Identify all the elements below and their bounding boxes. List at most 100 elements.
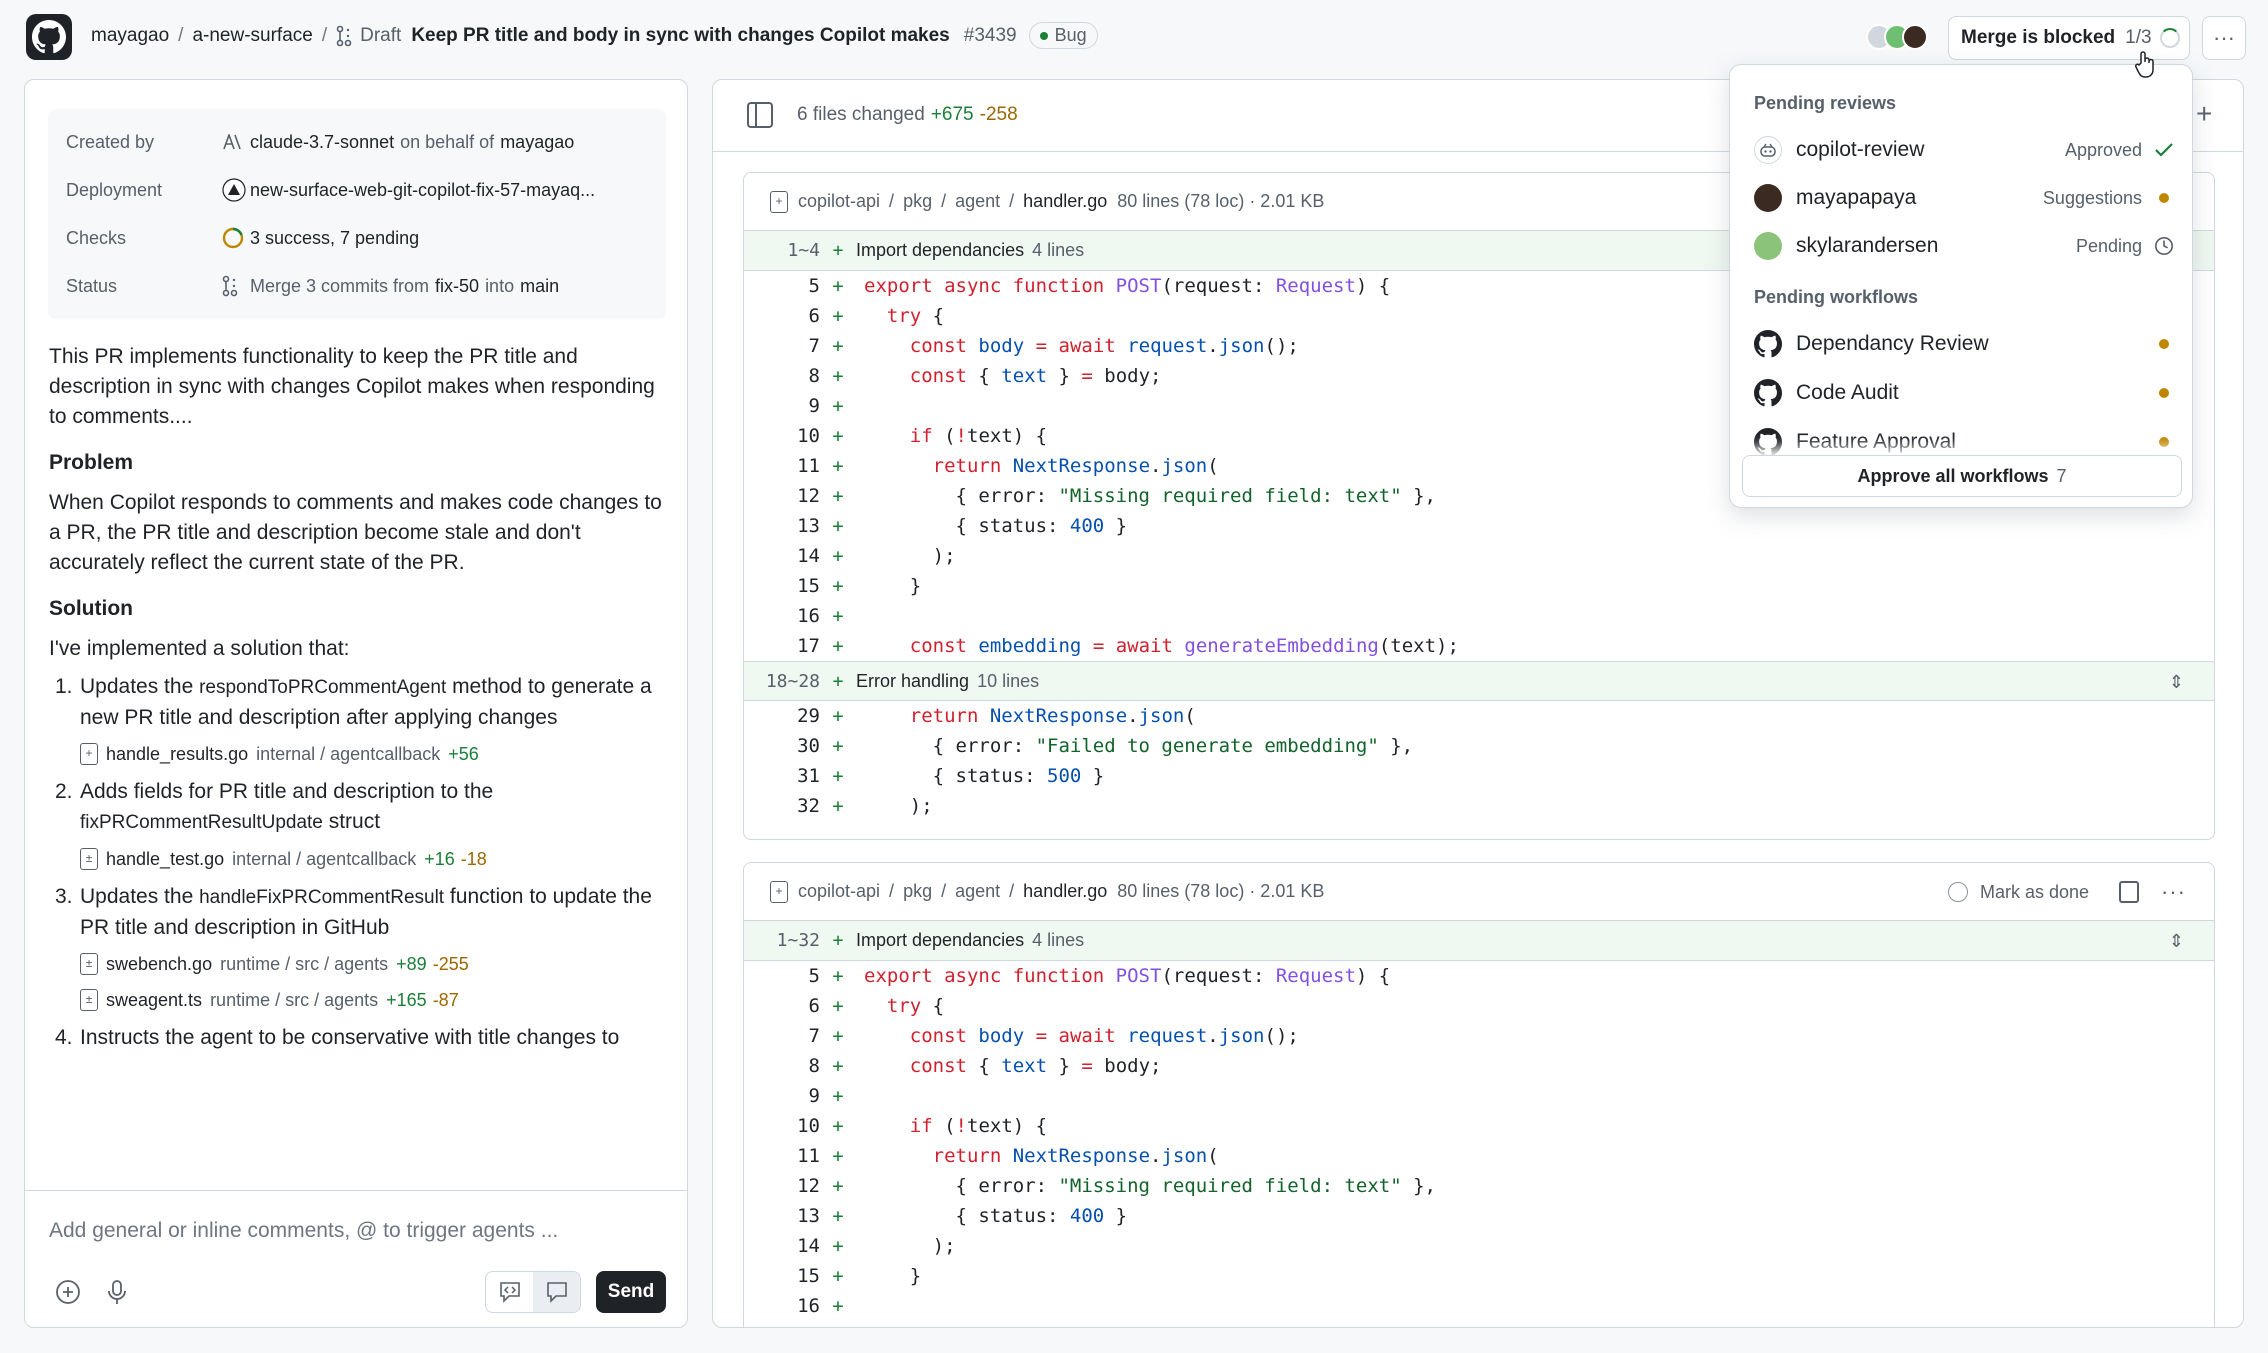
file-diff-icon: ±: [80, 989, 98, 1011]
path-segment[interactable]: pkg: [903, 191, 932, 212]
file-chip[interactable]: ± swebench.go runtime / src / agents +89…: [80, 949, 669, 979]
path-segment[interactable]: copilot-api: [798, 191, 880, 212]
expand-icon[interactable]: ⇕: [2169, 931, 2184, 952]
file-name[interactable]: handler.go: [1023, 191, 1107, 212]
voice-input-button[interactable]: [102, 1277, 132, 1307]
item-text: Instructs the agent to be conservative w…: [80, 1026, 620, 1049]
send-button[interactable]: Send: [596, 1271, 666, 1313]
code-reference: handleFixPRCommentResult: [199, 887, 445, 908]
hunk-header[interactable]: 1~32 + Import dependancies 4 lines ⇕: [744, 921, 2214, 961]
hunk-line-count: 10 lines: [977, 670, 1040, 691]
review-item-mayapapaya[interactable]: mayapapaya Suggestions: [1754, 178, 2174, 218]
pr-title: Keep PR title and body in sync with chan…: [411, 24, 950, 46]
add-icon[interactable]: +: [2196, 98, 2212, 130]
workflow-item-code-audit[interactable]: Code Audit: [1754, 373, 2174, 413]
created-by-row: Created by claude-3.7-sonnet on behalf o…: [66, 127, 574, 157]
file-name: handle_test.go: [106, 849, 225, 869]
mark-as-done-label[interactable]: Mark as done: [1980, 882, 2089, 903]
general-comment-mode-button[interactable]: [533, 1272, 580, 1312]
checks-summary[interactable]: 3 success, 7 pending: [250, 228, 419, 249]
file-chip[interactable]: ± handle_test.go internal / agentcallbac…: [80, 844, 669, 874]
github-logo-icon[interactable]: [26, 14, 72, 60]
avatar: [1754, 232, 1782, 260]
file-diff-icon: ±: [80, 848, 98, 870]
head-branch[interactable]: fix-50: [435, 276, 479, 297]
code-line: 30 + { error: "Failed to generate embeddi…: [797, 735, 1414, 757]
path-segment[interactable]: pkg: [903, 881, 932, 902]
copilot-icon: [1754, 136, 1782, 164]
list-number: 2.: [55, 780, 73, 803]
author-link[interactable]: mayagao: [500, 132, 574, 153]
progress-spinner-icon: [2159, 28, 2180, 48]
file-name[interactable]: handler.go: [1023, 881, 1107, 902]
workflow-item-dependancy-review[interactable]: Dependancy Review: [1754, 324, 2174, 364]
code-line: 16 +: [797, 605, 844, 627]
more-options-button[interactable]: ···: [2202, 16, 2246, 60]
code-line: 32 + );: [797, 795, 933, 817]
pending-dot-icon: [2154, 437, 2174, 447]
list-item: 2. Adds fields for PR title and descript…: [49, 777, 669, 874]
file-chip[interactable]: + handle_results.go internal / agentcall…: [80, 739, 669, 769]
avatar: [1754, 184, 1782, 212]
copy-icon[interactable]: [2119, 881, 2140, 903]
hunk-header[interactable]: 18~28 + Error handling 10 lines ⇕: [744, 661, 2214, 701]
hunk-line-count: 4 lines: [1032, 240, 1085, 260]
deletions-count: -255: [432, 954, 469, 974]
workflow-count: 7: [2056, 465, 2067, 486]
code-line: 5 + export async function POST(request: Re…: [808, 965, 1391, 987]
microphone-icon: [108, 1280, 126, 1304]
toggle-sidebar-icon[interactable]: [747, 102, 773, 128]
code-line: 7 + const body = await request.json();: [808, 1025, 1299, 1047]
expand-icon[interactable]: ⇕: [2169, 672, 2184, 693]
file-diff-icon: +: [80, 743, 98, 765]
repo-link[interactable]: a-new-surface: [192, 25, 312, 47]
pr-metadata: Created by claude-3.7-sonnet on behalf o…: [48, 109, 666, 319]
file-meta: 80 lines (78 loc) · 2.01 KB: [1117, 191, 1325, 211]
path-segment[interactable]: copilot-api: [798, 881, 880, 902]
hunk-range: 1~4: [787, 240, 820, 261]
review-item-copilot[interactable]: copilot-review Approved: [1754, 130, 2174, 170]
file-chip[interactable]: ± sweagent.ts runtime / src / agents +16…: [80, 985, 669, 1015]
code-line: 13 + { status: 400 }: [797, 1205, 1128, 1227]
additions-count: +165: [386, 990, 427, 1010]
participant-avatars[interactable]: [1866, 24, 1928, 50]
base-branch[interactable]: main: [520, 276, 559, 297]
file-path: internal / agentcallback: [256, 744, 441, 764]
code-line: 8 + const { text } = body;: [808, 1055, 1162, 1077]
file-name: handle_results.go: [106, 744, 249, 764]
approve-all-workflows-button[interactable]: Approve all workflows 7: [1742, 455, 2182, 497]
review-status: Suggestions: [2042, 187, 2142, 208]
code-line: 12 + { error: "Missing required field: te…: [797, 1175, 1436, 1197]
clock-icon: [2154, 235, 2174, 257]
comment-mode-toggle: [485, 1271, 581, 1313]
path-segment[interactable]: agent: [955, 881, 1000, 902]
comment-input[interactable]: Add general or inline comments, @ to tri…: [49, 1219, 558, 1243]
reviewer-name: mayapapaya: [1796, 186, 1917, 209]
deployment-link[interactable]: new-surface-web-git-copilot-fix-57-mayaq…: [250, 180, 595, 201]
anthropic-icon: [222, 134, 250, 150]
file-path: runtime / src / agents: [220, 954, 389, 974]
item-text: Updates the: [80, 885, 200, 908]
reviewer-name: skylarandersen: [1796, 234, 1939, 257]
add-attachment-button[interactable]: [53, 1277, 83, 1307]
code-line: 29 + return NextResponse.json(: [797, 705, 1196, 727]
hunk-label: Error handling: [856, 670, 970, 691]
code-line: 15 + }: [797, 575, 922, 597]
meta-key: Status: [66, 275, 118, 296]
list-number: 3.: [55, 885, 73, 908]
owner-link[interactable]: mayagao: [91, 25, 169, 47]
path-segment[interactable]: agent: [955, 191, 1000, 212]
list-item: 4. Instructs the agent to be conservativ…: [49, 1023, 669, 1053]
code-reference: fixPRCommentResultUpdate: [80, 812, 323, 833]
meta-key: Deployment: [66, 179, 163, 200]
code-comment-mode-button[interactable]: [486, 1272, 533, 1312]
pending-reviews-heading: Pending reviews: [1754, 93, 1897, 113]
draft-pr-icon: [222, 275, 250, 297]
review-item-skylarandersen[interactable]: skylarandersen Pending: [1754, 226, 2174, 266]
kebab-icon[interactable]: ···: [2161, 879, 2186, 905]
merge-status-dropdown: Pending reviews copilot-review Approved …: [1729, 64, 2193, 508]
mark-done-checkbox[interactable]: [1947, 882, 1968, 902]
bug-label-badge[interactable]: Bug: [1028, 22, 1098, 49]
checks-row: Checks 3 success, 7 pending: [66, 223, 419, 253]
agent-name[interactable]: claude-3.7-sonnet: [250, 132, 394, 153]
